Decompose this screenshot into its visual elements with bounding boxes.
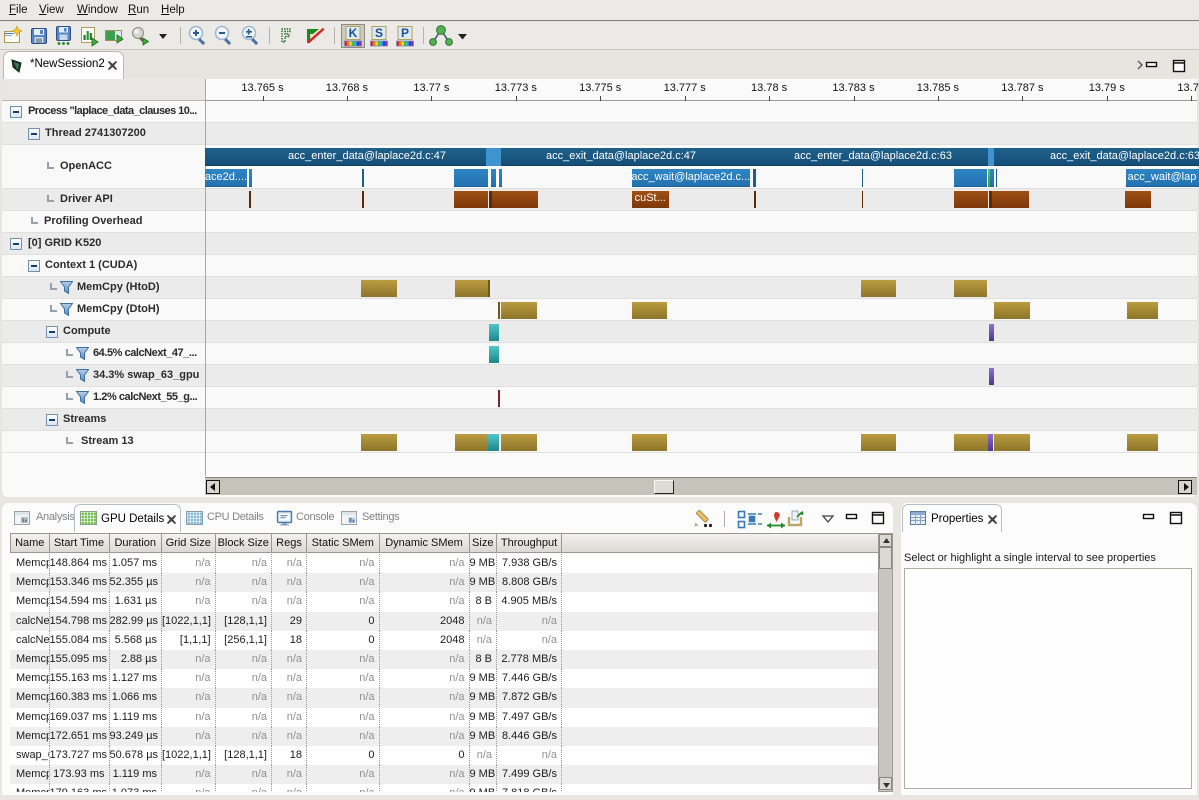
svg-text:P: P — [401, 26, 409, 40]
svg-text:K: K — [349, 26, 358, 40]
svg-text:S: S — [375, 26, 383, 40]
